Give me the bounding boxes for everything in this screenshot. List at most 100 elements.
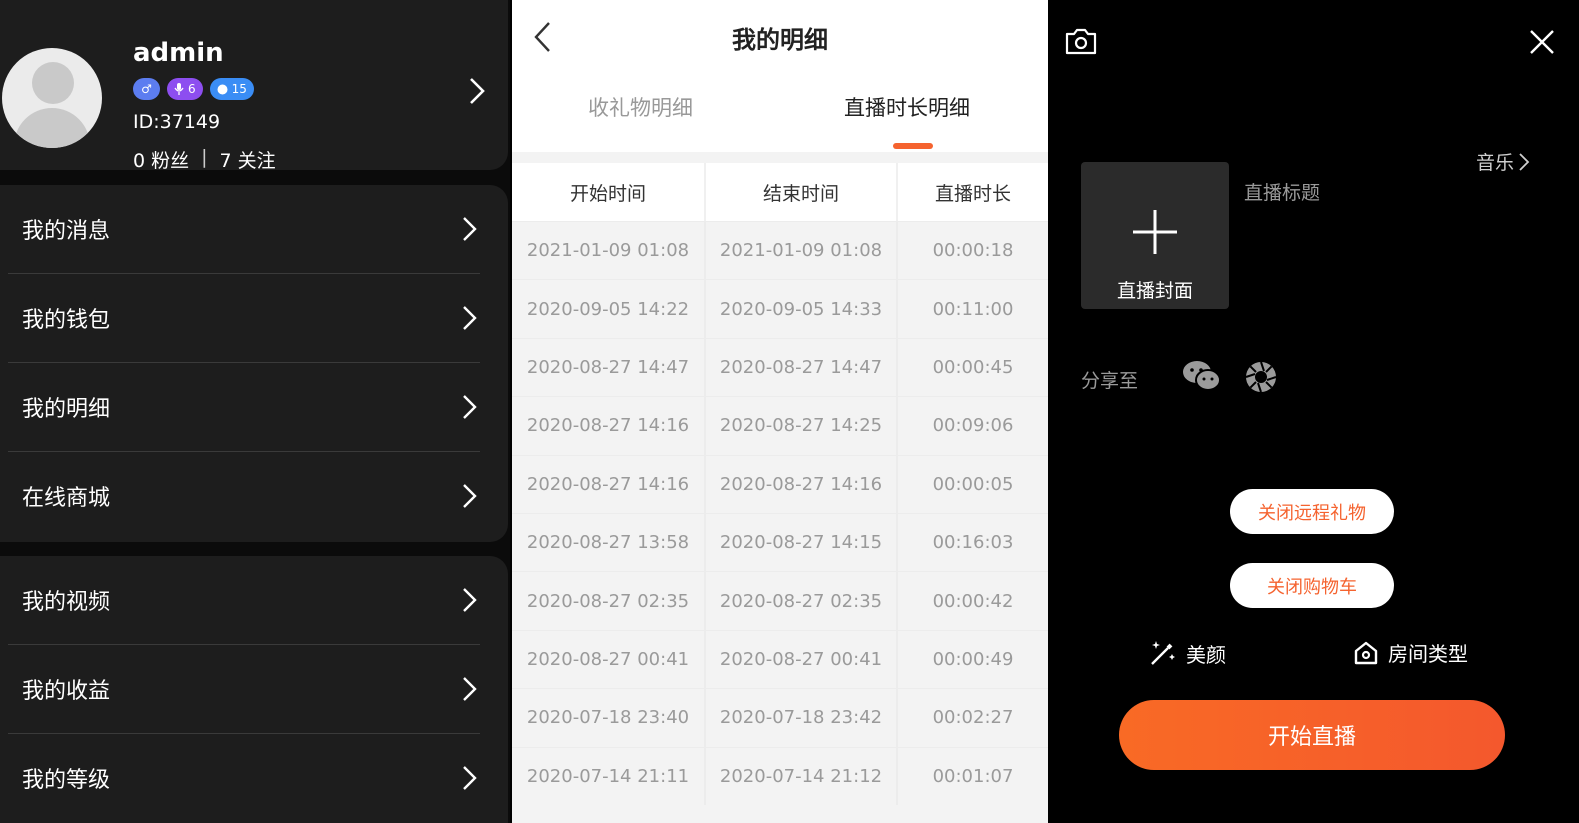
chevron-right-icon: [463, 588, 477, 612]
avatar[interactable]: [2, 48, 102, 148]
menu-group-secondary: 我的视频 我的收益 我的等级: [0, 556, 508, 823]
profile-card[interactable]: admin ♂ 6 15 ID:37149 0 粉丝 | 7 关注: [0, 0, 508, 173]
start-live-panel: 音乐 直播封面 直播标题 分享至 关闭远程礼物 关闭购物车 美颜 房间类型 开始…: [1048, 0, 1579, 823]
column-header: 结束时间: [706, 163, 898, 221]
start-time: 2020-07-18 23:40: [512, 689, 706, 747]
plus-icon: [1133, 210, 1177, 254]
camera-icon[interactable]: [1064, 26, 1098, 56]
table-row: 2020-07-14 21:11 2020-07-14 21:12 00:01:07: [512, 746, 1048, 805]
gem-icon: [217, 84, 228, 94]
end-time: 2020-08-27 14:15: [706, 513, 898, 572]
user-level-badge: 15: [209, 78, 254, 100]
moments-icon[interactable]: [1245, 361, 1277, 393]
follow-count[interactable]: 7 关注: [220, 146, 276, 173]
duration: 00:00:45: [932, 356, 1014, 378]
close-remote-gift-button[interactable]: 关闭远程礼物: [1230, 489, 1394, 534]
beauty-button[interactable]: 美颜: [1148, 638, 1226, 668]
beauty-wand-icon: [1151, 641, 1175, 665]
chevron-right-icon[interactable]: [466, 76, 488, 106]
chevron-right-icon: [463, 484, 477, 508]
table-row: 2020-08-27 00:41 2020-08-27 00:41 00:00:49: [512, 629, 1048, 689]
table-row: 2020-08-27 02:35 2020-08-27 02:35 00:00:42: [512, 571, 1048, 630]
end-time: 2021-01-09 01:08: [706, 222, 898, 280]
start-time: 2020-08-27 13:58: [512, 513, 706, 572]
badges: ♂ 6 15: [133, 78, 254, 100]
tab-live-duration[interactable]: 直播时长明细: [844, 92, 970, 122]
duration: 00:16:03: [932, 532, 1014, 554]
cover-label: 直播封面: [1116, 280, 1193, 302]
anchor-level-badge: 6: [167, 78, 203, 100]
menu-item-label: 我的钱包: [22, 308, 111, 333]
duration: 00:00:18: [932, 240, 1014, 262]
menu-item-label: 我的等级: [22, 768, 111, 793]
duration-table: 开始时间 结束时间 直播时长 2021-01-09 01:08 2021-01-0…: [512, 163, 1048, 805]
start-time: 2020-08-27 14:47: [512, 338, 706, 397]
table-row: 2020-08-27 14:16 2020-08-27 14:16 00:00:05: [512, 454, 1048, 513]
duration: 00:00:42: [932, 590, 1014, 612]
page-title: 我的明细: [732, 26, 828, 54]
user-level-value: 15: [231, 82, 247, 96]
chevron-right-icon: [463, 395, 477, 419]
start-time: 2020-08-27 00:41: [512, 630, 706, 689]
user-id: ID:37149: [133, 111, 221, 133]
gender-badge: ♂: [133, 78, 160, 100]
duration: 00:09:06: [932, 415, 1014, 437]
chevron-right-icon: [1519, 152, 1530, 171]
music-button[interactable]: 音乐: [1476, 148, 1530, 175]
duration: 00:11:00: [932, 298, 1014, 320]
column-header: 开始时间: [512, 163, 706, 221]
menu-item-level[interactable]: 我的等级: [0, 734, 508, 823]
active-tab-indicator: [893, 143, 933, 149]
end-time: 2020-08-27 14:25: [706, 397, 898, 455]
chevron-right-icon: [463, 306, 477, 330]
end-time: 2020-08-27 14:16: [706, 455, 898, 513]
chevron-right-icon: [463, 766, 477, 790]
menu-item-label: 我的收益: [22, 679, 111, 704]
room-type-icon: [1354, 641, 1378, 664]
start-live-button[interactable]: 开始直播: [1119, 700, 1505, 770]
start-time: 2021-01-09 01:08: [512, 222, 706, 280]
end-time: 2020-07-14 21:12: [706, 747, 898, 805]
profile-menu-panel: admin ♂ 6 15 ID:37149 0 粉丝 | 7 关注 我的消息 我…: [0, 0, 510, 823]
start-time: 2020-08-27 14:16: [512, 455, 706, 513]
music-label: 音乐: [1476, 152, 1515, 174]
chevron-right-icon: [463, 677, 477, 701]
table-row: 2020-08-27 14:16 2020-08-27 14:25 00:09:06: [512, 396, 1048, 455]
menu-item-label: 我的视频: [22, 590, 111, 615]
menu-item-shop[interactable]: 在线商城: [0, 452, 508, 541]
tab-gift-details[interactable]: 收礼物明细: [588, 92, 693, 122]
menu-item-wallet[interactable]: 我的钱包: [0, 274, 508, 363]
room-type-label: 房间类型: [1388, 642, 1468, 666]
menu-group-primary: 我的消息 我的钱包 我的明细 在线商城: [0, 185, 508, 542]
end-time: 2020-07-18 23:42: [706, 689, 898, 747]
room-type-button[interactable]: 房间类型: [1352, 638, 1468, 667]
table-row: 2020-08-27 13:58 2020-08-27 14:15 00:16:03: [512, 512, 1048, 572]
table-row: 2021-01-09 01:08 2021-01-09 01:08 00:00:18: [512, 221, 1048, 280]
fans-count[interactable]: 0 粉丝: [133, 146, 189, 173]
table-row: 2020-09-05 14:22 2020-09-05 14:33 00:11:00: [512, 279, 1048, 338]
anchor-level-value: 6: [188, 82, 196, 96]
table-row: 2020-08-27 14:47 2020-08-27 14:47 00:00:45: [512, 337, 1048, 397]
menu-item-earnings[interactable]: 我的收益: [0, 645, 508, 734]
close-icon[interactable]: [1528, 28, 1556, 56]
end-time: 2020-08-27 02:35: [706, 572, 898, 630]
menu-item-messages[interactable]: 我的消息: [0, 185, 508, 274]
live-cover-picker[interactable]: 直播封面: [1081, 162, 1229, 309]
menu-item-details[interactable]: 我的明细: [0, 363, 508, 452]
start-time: 2020-08-27 02:35: [512, 572, 706, 630]
live-title-input[interactable]: 直播标题: [1244, 178, 1320, 205]
share-label: 分享至: [1081, 370, 1139, 392]
wechat-icon[interactable]: [1182, 359, 1222, 393]
close-cart-button[interactable]: 关闭购物车: [1230, 563, 1394, 608]
menu-item-videos[interactable]: 我的视频: [0, 556, 508, 645]
end-time: 2020-08-27 00:41: [706, 630, 898, 689]
menu-item-label: 在线商城: [22, 486, 111, 511]
start-time: 2020-09-05 14:22: [512, 280, 706, 338]
stats-separator: |: [201, 146, 208, 168]
end-time: 2020-09-05 14:33: [706, 280, 898, 338]
duration: 00:01:07: [932, 765, 1014, 787]
beauty-label: 美颜: [1186, 642, 1226, 667]
follow-stats: 0 粉丝 | 7 关注: [133, 146, 276, 173]
detail-panel: 我的明细 收礼物明细 直播时长明细 开始时间 结束时间 直播时长 2021-01…: [512, 0, 1048, 823]
duration: 00:00:05: [932, 473, 1014, 495]
